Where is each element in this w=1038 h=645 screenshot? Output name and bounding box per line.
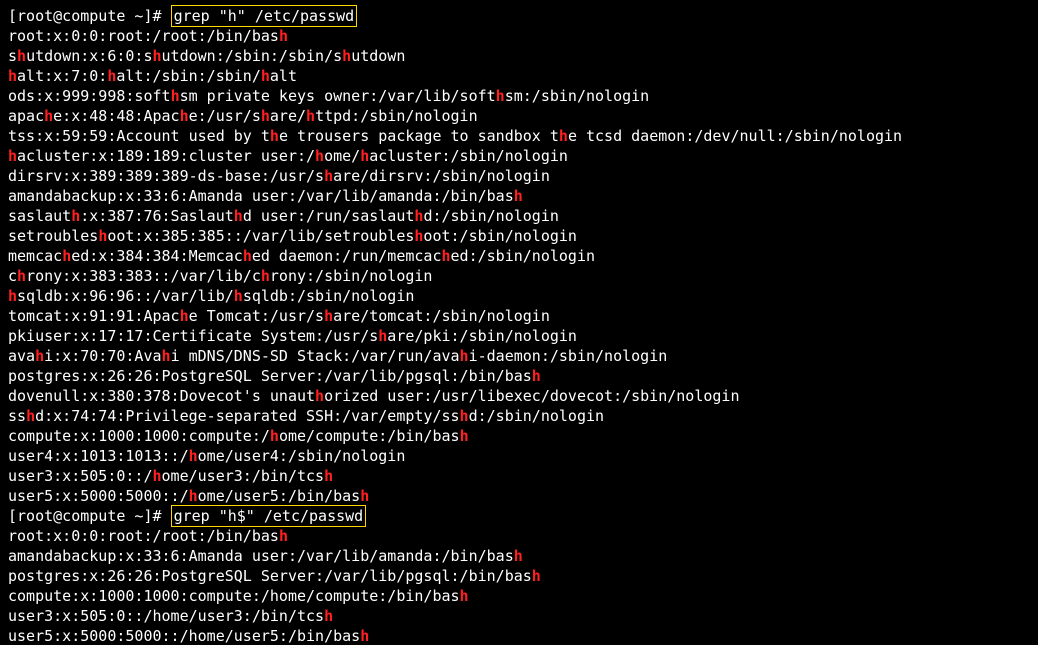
output1-line: memcached:x:384:384:Memcached daemon:/ru… — [8, 246, 1030, 266]
output1-line: ods:x:999:998:softhsm private keys owner… — [8, 86, 1030, 106]
output1-line: user3:x:505:0::/home/user3:/bin/tcsh — [8, 466, 1030, 486]
output1-line: dovenull:x:380:378:Dovecot's unauthorize… — [8, 386, 1030, 406]
output2-line: user5:x:5000:5000::/home/user5:/bin/bash — [8, 626, 1030, 645]
output1-line: setroubleshoot:x:385:385::/var/lib/setro… — [8, 226, 1030, 246]
output1-line: tomcat:x:91:91:Apache Tomcat:/usr/share/… — [8, 306, 1030, 326]
output1-line: pkiuser:x:17:17:Certificate System:/usr/… — [8, 326, 1030, 346]
output1-line: chrony:x:383:383::/var/lib/chrony:/sbin/… — [8, 266, 1030, 286]
output1-line: user4:x:1013:1013::/home/user4:/sbin/nol… — [8, 446, 1030, 466]
output1-line: halt:x:7:0:halt:/sbin:/sbin/halt — [8, 66, 1030, 86]
output2-line: compute:x:1000:1000:compute:/home/comput… — [8, 586, 1030, 606]
output1-line: amandabackup:x:33:6:Amanda user:/var/lib… — [8, 186, 1030, 206]
output1-line: sshd:x:74:74:Privilege-separated SSH:/va… — [8, 406, 1030, 426]
output2-line: postgres:x:26:26:PostgreSQL Server:/var/… — [8, 566, 1030, 586]
output1-line: tss:x:59:59:Account used by the trousers… — [8, 126, 1030, 146]
output1-line: postgres:x:26:26:PostgreSQL Server:/var/… — [8, 366, 1030, 386]
output1-line: shutdown:x:6:0:shutdown:/sbin:/sbin/shut… — [8, 46, 1030, 66]
output2-line: amandabackup:x:33:6:Amanda user:/var/lib… — [8, 546, 1030, 566]
output1-line: dirsrv:x:389:389:389-ds-base:/usr/share/… — [8, 166, 1030, 186]
output1-line: root:x:0:0:root:/root:/bin/bash — [8, 26, 1030, 46]
output1-line: hacluster:x:189:189:cluster user:/home/h… — [8, 146, 1030, 166]
output1-line: hsqldb:x:96:96::/var/lib/hsqldb:/sbin/no… — [8, 286, 1030, 306]
output1-line: avahi:x:70:70:Avahi mDNS/DNS-SD Stack:/v… — [8, 346, 1030, 366]
command-1-box: grep "h" /etc/passwd — [171, 5, 358, 27]
output1-line: user5:x:5000:5000::/home/user5:/bin/bash — [8, 486, 1030, 506]
output1-line: compute:x:1000:1000:compute:/home/comput… — [8, 426, 1030, 446]
output1-line: saslauth:x:387:76:Saslauthd user:/run/sa… — [8, 206, 1030, 226]
command-1: grep "h" /etc/passwd — [174, 7, 355, 25]
output1-line: apache:x:48:48:Apache:/usr/share/httpd:/… — [8, 106, 1030, 126]
prompt-line-2[interactable]: [root@compute ~]# grep "h$" /etc/passwd — [8, 506, 1030, 526]
shell-prompt: [root@compute ~]# — [8, 507, 171, 525]
output2-line: root:x:0:0:root:/root:/bin/bash — [8, 526, 1030, 546]
command-2: grep "h$" /etc/passwd — [174, 507, 364, 525]
shell-prompt: [root@compute ~]# — [8, 7, 171, 25]
prompt-line-1[interactable]: [root@compute ~]# grep "h" /etc/passwd — [8, 6, 1030, 26]
command-2-box: grep "h$" /etc/passwd — [171, 505, 367, 527]
output2-line: user3:x:505:0::/home/user3:/bin/tcsh — [8, 606, 1030, 626]
terminal-output: [root@compute ~]# grep "h" /etc/passwdro… — [0, 0, 1038, 645]
